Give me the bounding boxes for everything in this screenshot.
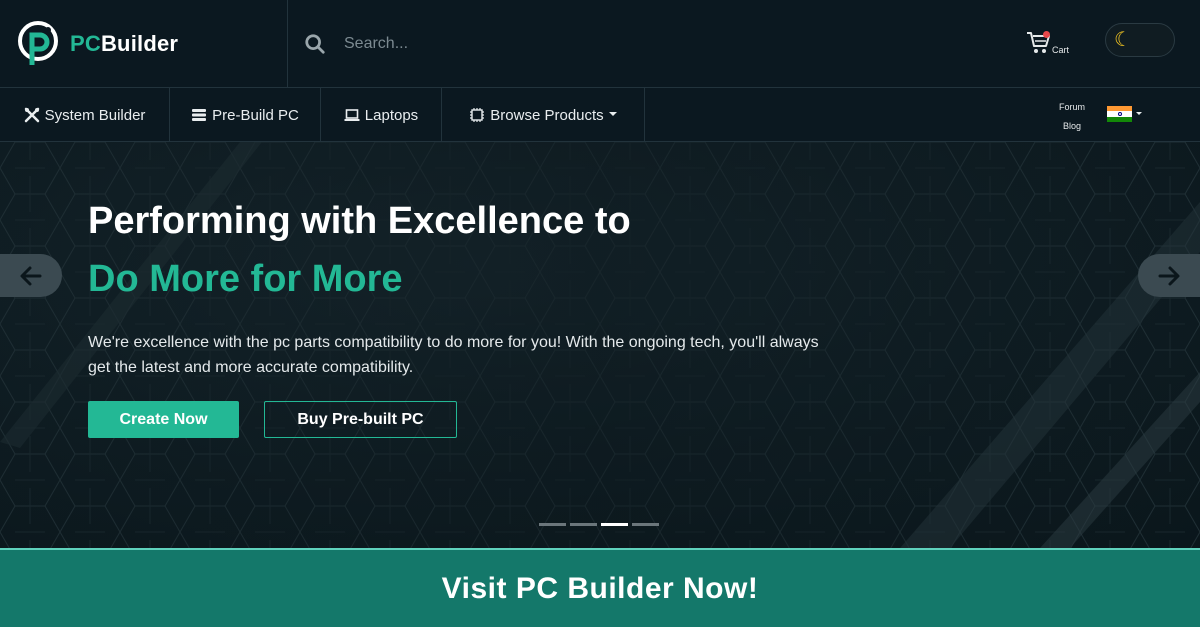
search-icon[interactable] [304, 33, 326, 55]
arrow-left-icon [20, 266, 42, 285]
blog-link[interactable]: Blog [1050, 117, 1094, 136]
brand-name: PCBuilder [70, 31, 178, 57]
main-nav: System Builder Pre-Build PC Laptops Brow… [0, 88, 1200, 142]
brand-name-builder: Builder [100, 31, 179, 56]
nav-system-builder[interactable]: System Builder [0, 88, 170, 142]
hero-description: We're excellence with the pc parts compa… [88, 334, 819, 376]
nav-label: Laptops [364, 106, 419, 124]
arrow-right-icon [1158, 266, 1180, 285]
carousel-indicators [539, 523, 663, 526]
india-flag-icon[interactable] [1107, 106, 1132, 122]
pcbuilder-logo-icon [18, 21, 58, 65]
hero-title-line-1: Performing with Excellence to [88, 200, 631, 242]
search-input[interactable] [344, 35, 784, 53]
nav-label: Pre-Build PC [212, 106, 299, 124]
nav-browse-products[interactable]: Browse Products [442, 88, 645, 142]
hero-title-line-2: Do More for More [88, 258, 403, 300]
carousel-dot[interactable] [570, 523, 597, 526]
cart-button[interactable]: Cart [1024, 30, 1084, 60]
nav-label: Browse Products [490, 106, 604, 124]
server-icon [192, 109, 207, 121]
carousel-next-button[interactable] [1138, 254, 1200, 297]
chip-icon [470, 108, 485, 122]
nav-laptops[interactable]: Laptops [321, 88, 442, 142]
language-dropdown-icon[interactable] [1136, 112, 1142, 115]
carousel-prev-button[interactable] [0, 254, 62, 297]
theme-toggle[interactable]: ☾ [1105, 23, 1175, 57]
carousel-dot[interactable] [539, 523, 566, 526]
promo-banner[interactable]: Visit PC Builder Now! [0, 548, 1200, 627]
header-divider [287, 0, 288, 88]
nav-pre-build-pc[interactable]: Pre-Build PC [170, 88, 321, 142]
search-bar [304, 28, 824, 60]
cart-label: Cart [1052, 45, 1070, 55]
create-now-button[interactable]: Create Now [88, 401, 239, 438]
secondary-links: Forum Blog [1050, 98, 1094, 136]
carousel-dot-active[interactable] [601, 523, 628, 526]
brand-name-pc: PC [70, 31, 101, 56]
cart-notification-dot [1043, 31, 1050, 38]
top-header: PCBuilder Cart ☾ [0, 0, 1200, 88]
forum-link[interactable]: Forum [1050, 98, 1094, 117]
brand-logo[interactable]: PCBuilder [18, 20, 178, 68]
chevron-down-icon [608, 112, 617, 116]
nav-label: System Builder [44, 106, 146, 124]
buy-prebuilt-pc-button[interactable]: Buy Pre-built PC [264, 401, 457, 438]
moon-icon: ☾ [1114, 29, 1132, 51]
tools-icon [24, 107, 39, 123]
hero-carousel: Performing with Excellence to Do More fo… [0, 142, 1200, 548]
carousel-dot[interactable] [632, 523, 659, 526]
laptop-icon [344, 109, 360, 121]
banner-text: Visit PC Builder Now! [441, 571, 759, 605]
